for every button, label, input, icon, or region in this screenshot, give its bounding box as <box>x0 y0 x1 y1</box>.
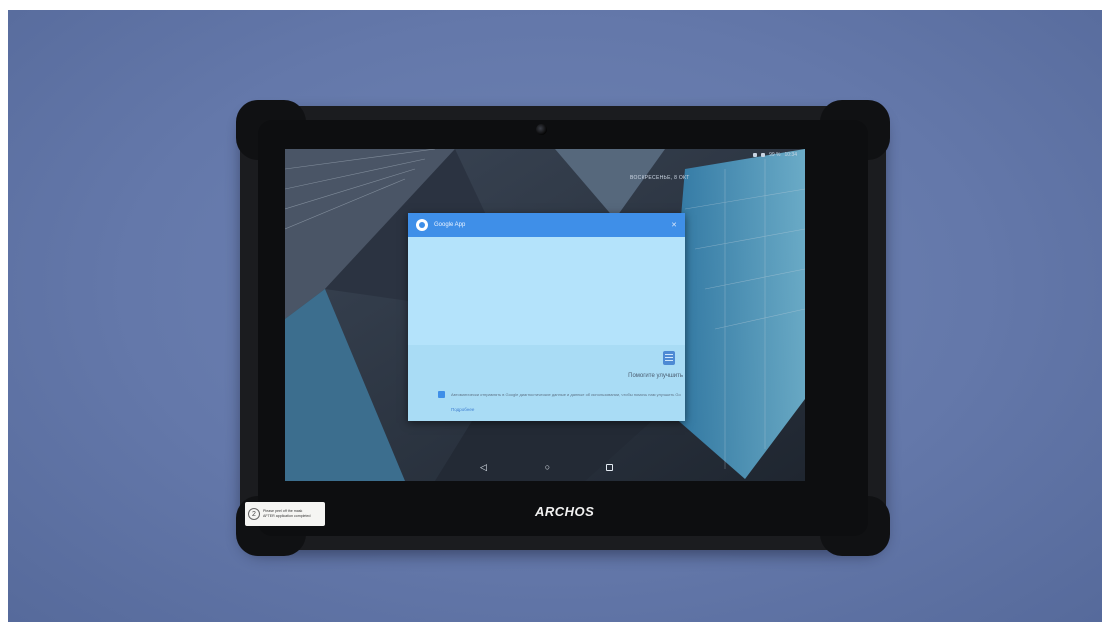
close-icon[interactable]: ✕ <box>671 221 677 229</box>
recents-icon[interactable] <box>605 463 613 471</box>
date-widget: ВОСКРЕСЕНЬЕ, 8 ОКТ <box>630 175 690 181</box>
navigation-bar: ◁ ○ <box>285 453 805 481</box>
details-link[interactable]: Подробнее <box>451 407 474 412</box>
app-dialog: Google App ✕ Помогите улучшить Автоматич… <box>408 213 685 421</box>
consent-checkbox[interactable] <box>438 391 445 398</box>
dialog-content-area <box>408 237 685 345</box>
help-improve-heading: Помогите улучшить <box>628 373 683 379</box>
dialog-header: Google App ✕ <box>408 213 685 237</box>
sticker-text: Please peel off the mask AFTER applicati… <box>263 509 311 519</box>
brand-logo: ARCHOS <box>535 504 595 519</box>
consent-section: Помогите улучшить Автоматически отправля… <box>408 345 685 421</box>
wifi-icon <box>753 153 758 157</box>
google-app-icon <box>416 219 428 231</box>
home-icon[interactable]: ○ <box>542 462 554 472</box>
sticker-line: AFTER application completed <box>263 514 311 518</box>
consent-row[interactable]: Автоматически отправлять в Google диагно… <box>438 391 681 398</box>
front-camera-icon <box>536 124 547 135</box>
document-icon <box>663 351 675 365</box>
photo-background: 99 % 10:34 ВОСКРЕСЕНЬЕ, 8 ОКТ Google App… <box>8 10 1102 622</box>
tablet-device: 99 % 10:34 ВОСКРЕСЕНЬЕ, 8 ОКТ Google App… <box>236 100 890 556</box>
status-bar: 99 % 10:34 <box>285 149 805 161</box>
consent-text: Автоматически отправлять в Google диагно… <box>451 392 681 397</box>
tablet-screen: 99 % 10:34 ВОСКРЕСЕНЬЕ, 8 ОКТ Google App… <box>285 149 805 481</box>
dialog-title: Google App <box>434 222 466 228</box>
battery-icon <box>761 153 766 157</box>
protective-film-sticker: 2 Please peel off the mask AFTER applica… <box>245 502 325 526</box>
sticker-number: 2 <box>248 508 260 520</box>
status-time: 10:34 <box>784 152 797 158</box>
battery-level: 99 % <box>769 152 781 158</box>
back-icon[interactable]: ◁ <box>478 462 490 473</box>
